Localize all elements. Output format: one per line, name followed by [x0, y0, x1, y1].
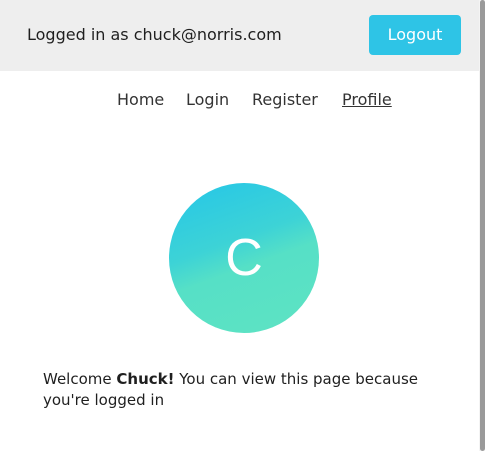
- scrollbar-thumb[interactable]: [480, 0, 485, 451]
- welcome-prefix: Welcome: [43, 370, 117, 388]
- nav-link-register[interactable]: Register: [252, 89, 318, 111]
- avatar-initial: C: [225, 229, 263, 287]
- user-name: Chuck!: [116, 370, 175, 388]
- login-status-text: Logged in as chuck@norris.com: [27, 25, 282, 44]
- nav-link-login[interactable]: Login: [186, 89, 229, 111]
- welcome-message: Welcome Chuck! You can view this page be…: [43, 369, 463, 411]
- avatar: C: [169, 183, 319, 333]
- nav-link-home[interactable]: Home: [117, 89, 164, 111]
- nav-link-profile[interactable]: Profile: [342, 89, 392, 111]
- top-bar: Logged in as chuck@norris.com Logout: [0, 0, 485, 71]
- app-viewport: Logged in as chuck@norris.com Logout Hom…: [0, 0, 485, 451]
- logout-button[interactable]: Logout: [369, 15, 461, 55]
- main-nav: Home Login Register Profile: [0, 89, 485, 111]
- vertical-scrollbar[interactable]: [479, 0, 485, 451]
